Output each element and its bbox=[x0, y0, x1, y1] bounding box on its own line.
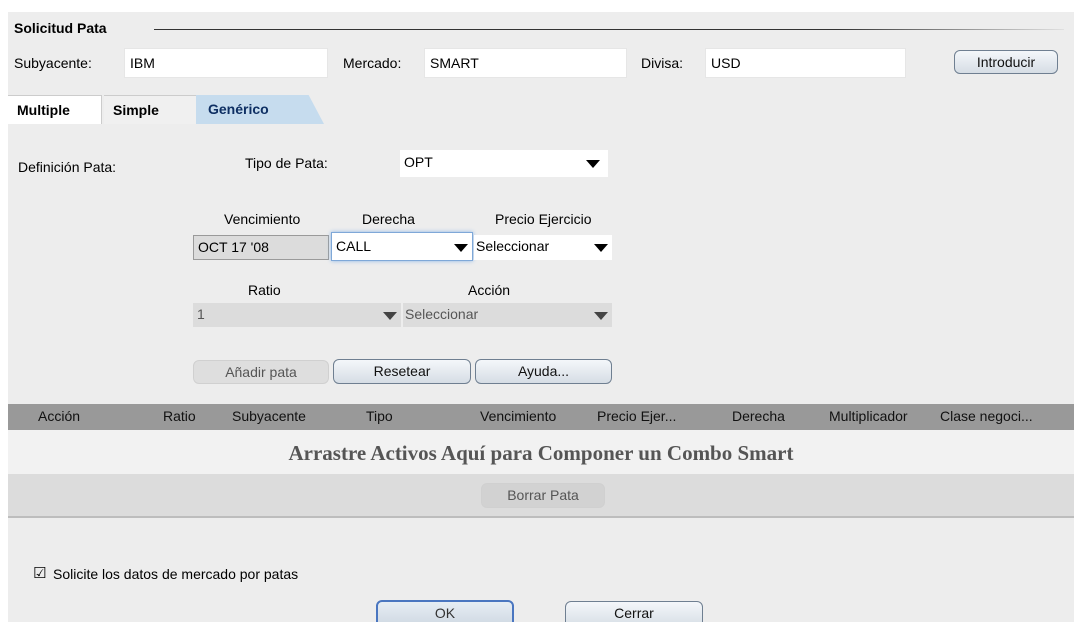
ratio-select: 1 bbox=[193, 303, 401, 327]
chevron-down-icon bbox=[594, 244, 608, 252]
market-data-checkbox-label: Solicite los datos de mercado por patas bbox=[53, 566, 299, 582]
underlying-label: Subyacente: bbox=[14, 55, 92, 71]
strike-label: Precio Ejercicio bbox=[495, 211, 592, 227]
section-title: Solicitud Pata bbox=[14, 20, 107, 36]
drop-hint: Arrastre Activos Aquí para Componer un C… bbox=[288, 441, 794, 465]
strike-value: Seleccionar bbox=[476, 238, 550, 254]
leg-type-label: Tipo de Pata: bbox=[245, 155, 328, 171]
column-header-vencimiento[interactable]: Vencimiento bbox=[480, 408, 556, 424]
column-header-subyacente[interactable]: Subyacente bbox=[232, 408, 306, 424]
leg-definition-label: Definición Pata: bbox=[18, 159, 117, 175]
column-header-tipo[interactable]: Tipo bbox=[366, 408, 393, 424]
market-label: Mercado: bbox=[343, 55, 402, 71]
ratio-value: 1 bbox=[197, 306, 205, 322]
leg-type-value: OPT bbox=[404, 154, 433, 170]
column-header-multiplicador[interactable]: Multiplicador bbox=[829, 408, 908, 424]
column-header-accion[interactable]: Acción bbox=[38, 408, 80, 424]
market-field[interactable]: SMART bbox=[424, 48, 627, 78]
chevron-down-icon bbox=[586, 160, 600, 168]
chevron-down-icon bbox=[454, 244, 468, 252]
ok-button[interactable]: OK bbox=[376, 600, 514, 622]
underlying-field[interactable]: IBM bbox=[124, 48, 328, 78]
right-label: Derecha bbox=[362, 211, 415, 227]
chevron-down-icon bbox=[383, 312, 397, 320]
tab-multiple[interactable]: Multiple bbox=[8, 95, 102, 124]
expiry-field[interactable]: OCT 17 '08 bbox=[193, 235, 329, 260]
action-value: Seleccionar bbox=[405, 306, 479, 322]
leg-type-select[interactable]: OPT bbox=[400, 150, 608, 177]
delete-leg-button: Borrar Pata bbox=[481, 483, 605, 508]
right-value: CALL bbox=[336, 238, 372, 254]
currency-field[interactable]: USD bbox=[705, 48, 906, 78]
strike-select[interactable]: Seleccionar bbox=[474, 235, 612, 260]
help-button[interactable]: Ayuda... bbox=[475, 359, 612, 384]
close-button[interactable]: Cerrar bbox=[565, 601, 703, 622]
column-header-precio-ejercicio[interactable]: Precio Ejer... bbox=[597, 408, 676, 424]
currency-label: Divisa: bbox=[641, 55, 684, 71]
column-header-ratio[interactable]: Ratio bbox=[163, 408, 196, 424]
ratio-label: Ratio bbox=[248, 282, 281, 298]
market-data-checkbox[interactable]: ☑ bbox=[33, 564, 46, 582]
enter-button[interactable]: Introducir bbox=[954, 50, 1058, 74]
add-leg-button: Añadir pata bbox=[193, 360, 329, 384]
expiry-label: Vencimiento bbox=[224, 211, 301, 227]
tab-generico[interactable]: Genérico bbox=[196, 95, 324, 124]
column-header-derecha[interactable]: Derecha bbox=[732, 408, 785, 424]
action-select: Seleccionar bbox=[403, 303, 612, 327]
right-select[interactable]: CALL bbox=[331, 232, 473, 261]
section-divider bbox=[154, 29, 1064, 30]
chevron-down-icon bbox=[594, 312, 608, 320]
reset-button[interactable]: Resetear bbox=[333, 359, 471, 384]
tab-simple[interactable]: Simple bbox=[104, 95, 196, 124]
column-header-clase-negociacion[interactable]: Clase negoci... bbox=[940, 408, 1033, 424]
action-label: Acción bbox=[468, 282, 511, 298]
